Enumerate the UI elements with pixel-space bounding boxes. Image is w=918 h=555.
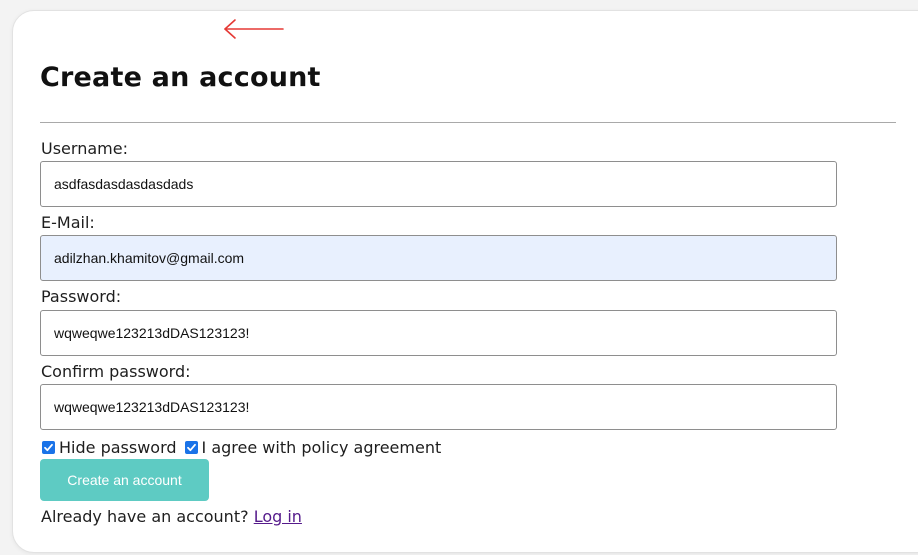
username-input[interactable] (40, 161, 837, 207)
page: Create an account Username: E-Mail: Pass… (0, 0, 918, 555)
email-label: E-Mail: (41, 213, 95, 232)
page-title: Create an account (40, 62, 321, 93)
username-label: Username: (41, 139, 128, 158)
confirm-password-input[interactable] (40, 384, 837, 430)
confirm-password-label: Confirm password: (41, 362, 191, 381)
checkmark-icon (186, 443, 196, 451)
password-label: Password: (41, 287, 122, 306)
login-link[interactable]: Log in (254, 507, 302, 526)
checkmark-icon (44, 443, 53, 451)
form-options: Hide password I agree with policy agreem… (42, 436, 449, 458)
policy-agreement-label: I agree with policy agreement (201, 437, 442, 457)
email-input[interactable] (40, 235, 837, 281)
title-divider (40, 122, 896, 123)
login-prompt-line: Already have an account? Log in (41, 507, 302, 526)
create-account-button[interactable]: Create an account (40, 459, 209, 501)
hide-password-label: Hide password (59, 437, 177, 457)
left-arrow-icon[interactable] (221, 18, 285, 40)
hide-password-checkbox[interactable] (42, 440, 55, 454)
policy-agreement-checkbox[interactable] (184, 440, 198, 454)
login-prompt-text: Already have an account? (41, 507, 249, 526)
password-input[interactable] (40, 310, 837, 356)
